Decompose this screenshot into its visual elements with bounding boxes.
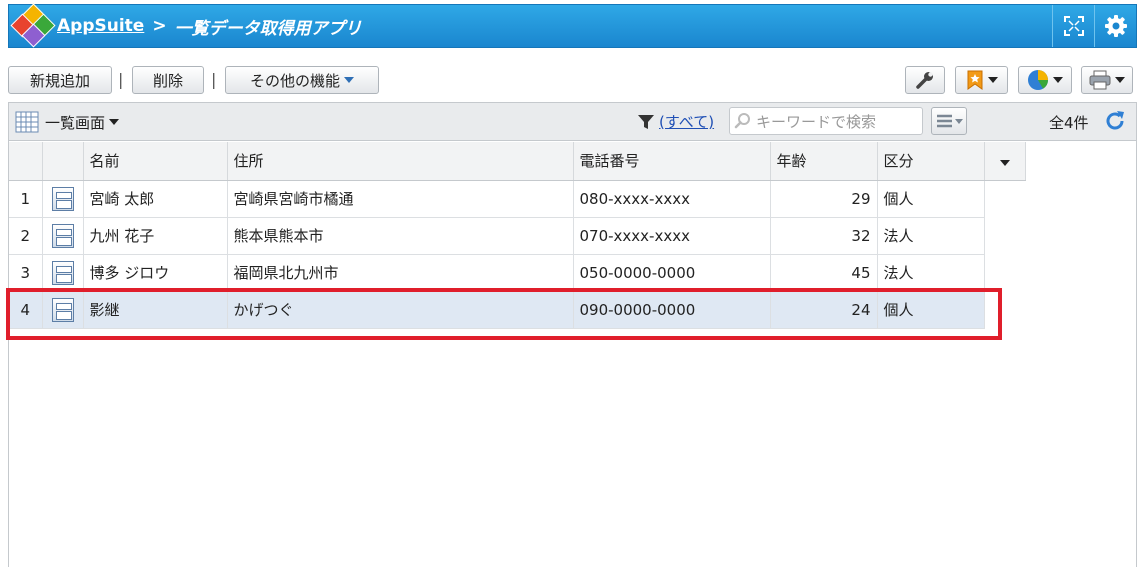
breadcrumb: AppSuite > 一覧データ取得用アプリ (57, 14, 362, 39)
cell-name: 博多 ジロウ (83, 254, 228, 292)
column-header-type[interactable]: 区分 (877, 142, 985, 181)
view-selector[interactable]: 一覧画面 (15, 111, 120, 133)
bookmark-button[interactable] (955, 66, 1008, 94)
delete-button[interactable]: 削除 (132, 66, 204, 94)
row-number: 2 (9, 217, 43, 255)
chevron-down-icon (1053, 77, 1063, 83)
open-record-button[interactable] (42, 254, 84, 292)
wrench-icon (916, 72, 933, 89)
table-header-row: 名前 住所 電話番号 年齢 区分 (9, 142, 1026, 181)
record-count: 全4件 (1049, 114, 1089, 132)
new-record-button[interactable]: 新規追加 (8, 66, 112, 94)
appsuite-logo-icon (10, 3, 56, 48)
app-header: AppSuite > 一覧データ取得用アプリ (8, 3, 1137, 48)
row-number: 3 (9, 254, 43, 292)
tools-button[interactable] (905, 66, 945, 94)
cell-address: 熊本県熊本市 (227, 217, 574, 255)
row-number-header (9, 142, 43, 181)
open-record-button[interactable] (42, 180, 84, 218)
chevron-down-icon (999, 159, 1010, 166)
cell-name: 影継 (83, 291, 228, 329)
cell-age: 29 (770, 180, 878, 218)
search-icon (734, 113, 750, 129)
more-functions-label: その他の機能 (249, 71, 340, 90)
cell-phone: 080-xxxx-xxxx (573, 180, 771, 218)
row-icon-header (42, 142, 84, 181)
list-panel: 一覧画面 (すべて) キーワードで検索 全4件 名前 住所 電話番号 年齢 区分… (8, 102, 1137, 567)
cell-phone: 070-xxxx-xxxx (573, 217, 771, 255)
view-label: 一覧画面 (45, 113, 106, 132)
cell-phone: 050-0000-0000 (573, 254, 771, 292)
data-table: 名前 住所 電話番号 年齢 区分 1 宮崎 太郎 宮崎県宮崎市橘通 080-xx… (9, 142, 1026, 329)
cell-type: 法人 (877, 217, 985, 255)
fullscreen-icon (1063, 16, 1084, 36)
cell-name: 九州 花子 (83, 217, 228, 255)
chevron-down-icon (987, 77, 998, 83)
toolbar: 新規追加 | 削除 | その他の機能 (8, 66, 1137, 96)
settings-button[interactable] (1094, 5, 1136, 47)
cell-type: 個人 (877, 180, 985, 218)
column-header-name[interactable]: 名前 (83, 142, 228, 181)
cell-address: かげつぐ (227, 291, 574, 329)
more-functions-button[interactable]: その他の機能 (225, 66, 379, 94)
filter-all-link[interactable]: (すべて) (659, 111, 714, 132)
chevron-down-icon (344, 77, 354, 83)
table-row[interactable]: 3 博多 ジロウ 福岡県北九州市 050-0000-0000 45 法人 (9, 254, 1025, 292)
print-button[interactable] (1081, 66, 1133, 94)
chevron-down-icon (109, 119, 120, 125)
printer-icon (1089, 70, 1111, 90)
column-header-phone[interactable]: 電話番号 (573, 142, 771, 181)
list-menu-icon (937, 114, 963, 128)
cell-age: 45 (770, 254, 878, 292)
cell-address: 福岡県北九州市 (227, 254, 574, 292)
cell-name: 宮崎 太郎 (83, 180, 228, 218)
filter-control[interactable]: (すべて) (637, 111, 714, 132)
refresh-button[interactable] (1103, 109, 1127, 137)
row-number: 4 (9, 291, 43, 329)
column-header-address[interactable]: 住所 (227, 142, 574, 181)
chart-button[interactable] (1018, 66, 1072, 94)
bookmark-star-icon (967, 70, 982, 90)
grid-view-icon (15, 111, 39, 133)
open-record-button[interactable] (42, 291, 84, 329)
cell-type: 法人 (877, 254, 985, 292)
list-toolbar: 一覧画面 (すべて) キーワードで検索 全4件 (9, 103, 1136, 141)
record-detail-icon (51, 260, 74, 285)
page-title: 一覧データ取得用アプリ (174, 18, 362, 39)
open-record-button[interactable] (42, 217, 84, 255)
table-row[interactable]: 2 九州 花子 熊本県熊本市 070-xxxx-xxxx 32 法人 (9, 217, 1025, 255)
filter-icon (638, 114, 654, 129)
search-input[interactable]: キーワードで検索 (729, 107, 923, 135)
cell-phone: 090-0000-0000 (573, 291, 771, 329)
record-detail-icon (51, 297, 74, 322)
list-options-button[interactable] (931, 107, 967, 135)
cell-age: 32 (770, 217, 878, 255)
record-detail-icon (51, 223, 74, 248)
search-placeholder: キーワードで検索 (756, 112, 877, 131)
cell-age: 24 (770, 291, 878, 329)
column-header-age[interactable]: 年齢 (770, 142, 878, 181)
record-detail-icon (51, 186, 74, 211)
gear-icon (1104, 15, 1127, 37)
chevron-down-icon (1115, 77, 1125, 83)
breadcrumb-separator: > (152, 16, 167, 36)
row-number: 1 (9, 180, 43, 218)
table-row[interactable]: 1 宮崎 太郎 宮崎県宮崎市橘通 080-xxxx-xxxx 29 個人 (9, 180, 1025, 218)
fullscreen-button[interactable] (1052, 5, 1094, 47)
cell-address: 宮崎県宮崎市橘通 (227, 180, 574, 218)
toolbar-divider: | (211, 70, 217, 89)
table-row-selected[interactable]: 4 影継 かげつぐ 090-0000-0000 24 個人 (9, 291, 1025, 329)
app-name-link[interactable]: AppSuite (57, 16, 144, 36)
refresh-icon (1106, 111, 1124, 130)
cell-type: 個人 (877, 291, 985, 329)
column-menu-button[interactable] (984, 142, 1026, 181)
pie-chart-icon (1028, 70, 1048, 90)
toolbar-divider: | (118, 70, 124, 89)
